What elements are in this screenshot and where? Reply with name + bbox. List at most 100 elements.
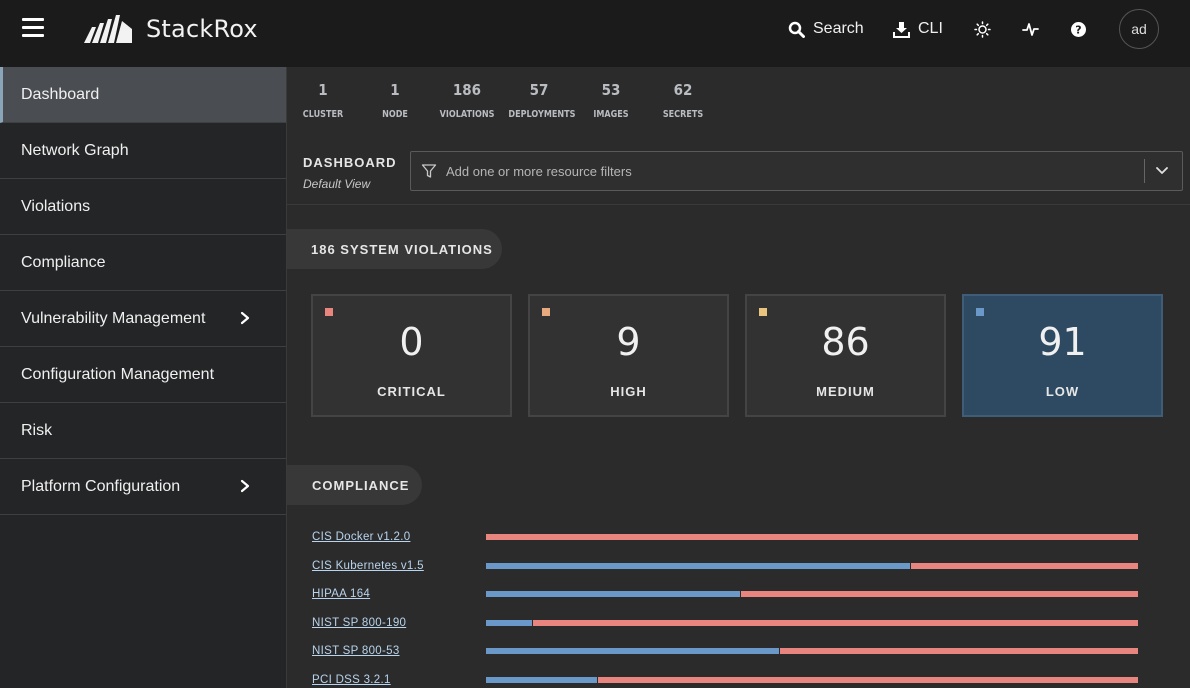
help-button[interactable]: ? (1070, 21, 1087, 38)
summary-images[interactable]: 53 IMAGES (575, 81, 647, 120)
summary-count: 186 (452, 81, 482, 99)
summary-label: DEPLOYMENTS (508, 109, 576, 120)
severity-count: 91 (1038, 320, 1087, 364)
page-title: DASHBOARD (303, 155, 397, 170)
summary-label: VIOLATIONS (439, 109, 495, 120)
sidebar-item-label: Compliance (21, 253, 106, 271)
severity-label: LOW (1045, 384, 1080, 399)
compliance-progress-bar[interactable] (486, 562, 1138, 569)
severity-count: 86 (821, 320, 870, 364)
compliance-failing-segment (910, 562, 1138, 569)
sidebar-item-violations[interactable]: Violations (0, 179, 286, 235)
compliance-progress-bar[interactable] (486, 534, 1138, 540)
summary-count: 62 (673, 81, 693, 99)
severity-dot (759, 308, 767, 316)
sun-icon (974, 21, 991, 38)
summary-label: IMAGES (593, 109, 629, 120)
stackrox-logo-icon (84, 15, 132, 43)
hamburger-menu-icon[interactable] (22, 18, 44, 40)
help-icon: ? (1071, 22, 1086, 37)
sidebar-item-label: Dashboard (21, 85, 100, 103)
severity-label: HIGH (610, 384, 647, 399)
compliance-standard-link[interactable]: CIS Kubernetes v1.5 (312, 560, 424, 572)
compliance-standard-row: NIST SP 800-190 (312, 614, 1142, 634)
sidebar-item-platform-configuration[interactable]: Platform Configuration (0, 459, 286, 515)
summary-label: CLUSTER (302, 109, 344, 120)
sidebar-item-label: Risk (21, 421, 53, 439)
compliance-standard-row: CIS Kubernetes v1.5 (312, 557, 1142, 577)
summary-violations[interactable]: 186 VIOLATIONS (431, 81, 503, 120)
compliance-failing-segment (741, 591, 1138, 598)
compliance-standard-link[interactable]: PCI DSS 3.2.1 (312, 674, 391, 686)
compliance-standard-row: PCI DSS 3.2.1 (312, 671, 1142, 688)
compliance-standard-link[interactable]: NIST SP 800-190 (312, 617, 406, 629)
sidebar-item-label: Violations (21, 197, 91, 215)
search-icon (788, 21, 805, 38)
compliance-progress-bar[interactable] (486, 677, 1138, 683)
compliance-passing-segment (486, 677, 597, 683)
page-subtitle: Default View (303, 177, 371, 191)
compliance-standard-row: NIST SP 800-53 (312, 642, 1142, 662)
severity-card-high[interactable]: 9 HIGH (528, 294, 729, 417)
dashboard-filter-bar: DASHBOARD Default View Add one or more r… (287, 139, 1190, 205)
theme-toggle-button[interactable] (974, 21, 991, 38)
severity-card-critical[interactable]: 0 CRITICAL (311, 294, 512, 417)
compliance-passing-segment (486, 648, 780, 655)
cli-download-button[interactable]: CLI (893, 20, 943, 38)
compliance-failing-segment (486, 534, 1138, 540)
sidebar-item-risk[interactable]: Risk (0, 403, 286, 459)
sidebar-item-label: Configuration Management (21, 365, 215, 383)
chevron-right-icon (240, 311, 250, 325)
compliance-progress-bar[interactable] (486, 591, 1138, 598)
summary-label: NODE (382, 109, 408, 120)
compliance-progress-bar[interactable] (486, 648, 1138, 655)
user-avatar[interactable]: ad (1119, 9, 1159, 49)
search-button[interactable]: Search (788, 20, 864, 38)
system-health-button[interactable] (1022, 21, 1039, 38)
compliance-progress-bar[interactable] (486, 619, 1138, 626)
top-navigation-bar: StackRox Search CLI ? ad (0, 0, 1190, 67)
severity-count: 9 (616, 320, 641, 364)
summary-cluster[interactable]: 1 CLUSTER (287, 81, 359, 120)
compliance-failing-segment (532, 619, 1138, 626)
compliance-standard-link[interactable]: CIS Docker v1.2.0 (312, 531, 410, 543)
svg-text:?: ? (1075, 24, 1081, 37)
resource-filter-input[interactable]: Add one or more resource filters (410, 151, 1183, 191)
severity-card-medium[interactable]: 86 MEDIUM (745, 294, 946, 417)
sidebar-item-vulnerability-management[interactable]: Vulnerability Management (0, 291, 286, 347)
sidebar-navigation: Dashboard Network Graph Violations Compl… (0, 67, 287, 688)
sidebar-item-configuration-management[interactable]: Configuration Management (0, 347, 286, 403)
summary-node[interactable]: 1 NODE (359, 81, 431, 120)
sidebar-item-compliance[interactable]: Compliance (0, 235, 286, 291)
app-name: StackRox (146, 15, 258, 43)
pulse-icon (1022, 23, 1039, 36)
cli-label: CLI (918, 20, 943, 37)
compliance-standard-row: CIS Docker v1.2.0 (312, 528, 1142, 548)
summary-secrets[interactable]: 62 SECRETS (647, 81, 719, 120)
severity-card-low[interactable]: 91 LOW (962, 294, 1163, 417)
search-label: Search (813, 20, 864, 37)
sidebar-item-label: Vulnerability Management (21, 309, 206, 327)
compliance-passing-segment (486, 562, 910, 569)
main-content: 1 CLUSTER 1 NODE 186 VIOLATIONS 57 DEPLOYMEN… (287, 67, 1190, 688)
app-root: StackRox Search CLI ? ad Dashboard Netwo… (0, 0, 1190, 688)
compliance-standard-link[interactable]: HIPAA 164 (312, 588, 370, 600)
compliance-standard-link[interactable]: NIST SP 800-53 (312, 645, 400, 657)
sidebar-item-network-graph[interactable]: Network Graph (0, 123, 286, 179)
severity-dot (976, 308, 984, 316)
compliance-standard-row: HIPAA 164 (312, 585, 1142, 605)
summary-label: SECRETS (662, 109, 704, 120)
summary-count: 1 (318, 81, 328, 99)
summary-deployments[interactable]: 57 DEPLOYMENTS (503, 81, 575, 120)
severity-label: CRITICAL (377, 384, 446, 399)
summary-count: 1 (390, 81, 400, 99)
app-logo[interactable]: StackRox (82, 13, 258, 45)
compliance-passing-segment (486, 591, 741, 598)
severity-dot (542, 308, 550, 316)
chevron-down-icon[interactable] (1156, 166, 1168, 176)
compliance-failing-segment (780, 648, 1138, 655)
compliance-passing-segment (486, 619, 532, 626)
sidebar-item-dashboard[interactable]: Dashboard (0, 67, 286, 123)
filter-placeholder: Add one or more resource filters (446, 164, 632, 179)
compliance-failing-segment (597, 677, 1138, 683)
